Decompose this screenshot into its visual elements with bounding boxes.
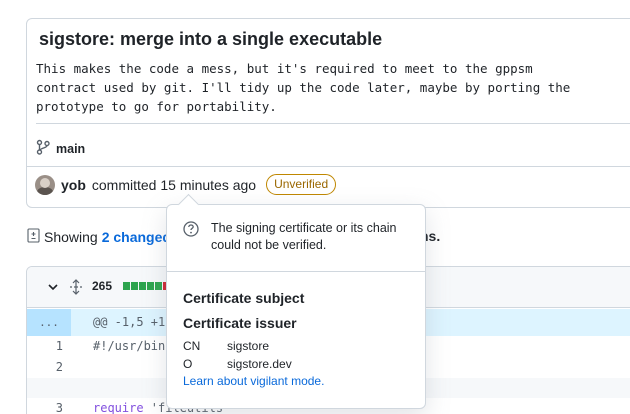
commit-time: committed 15 minutes ago (91, 176, 257, 193)
popover-message: The signing certificate or its chain cou… (211, 221, 397, 252)
hunk-header: @@ -1,5 +1 (93, 315, 166, 329)
field-key: O (183, 357, 193, 371)
line-number[interactable]: 3 (27, 398, 63, 414)
verification-popover: The signing certificate or its chain cou… (166, 204, 426, 409)
files-prefix: Showing (44, 229, 98, 245)
line-number[interactable]: 1 (27, 336, 63, 357)
question-icon (183, 221, 199, 240)
commit-message: This makes the code a mess, but it's req… (36, 61, 571, 114)
diff-stat-block (139, 282, 146, 290)
git-branch-icon (36, 139, 50, 158)
expand-hunk-button[interactable]: ... (27, 309, 71, 336)
changed-files-link[interactable]: 2 changed (102, 229, 171, 245)
code-text: #!/usr/bin (93, 339, 166, 353)
commit-title: sigstore: merge into a single executable (39, 29, 383, 49)
divider (36, 123, 630, 124)
divider (27, 166, 630, 167)
field-value: sigstore.dev (227, 357, 292, 371)
certificate-subject-heading: Certificate subject (183, 290, 305, 306)
code-keyword: require (93, 401, 144, 414)
diff-stat-block (131, 282, 138, 290)
diff-stat-block (155, 282, 162, 290)
author-row: yob committed 15 minutes ago Unverified (35, 174, 337, 195)
divider (167, 271, 425, 272)
unverified-badge[interactable]: Unverified (266, 174, 337, 195)
issuer-field: CN sigstore (183, 339, 269, 353)
author-name[interactable]: yob (61, 177, 86, 193)
issuer-field: Osigstore.dev (183, 357, 292, 371)
commit-box: sigstore: merge into a single executable… (26, 18, 630, 208)
expand-all-icon[interactable] (69, 279, 83, 298)
field-key: CN (183, 339, 201, 353)
avatar[interactable] (35, 174, 55, 195)
branch-row[interactable]: main (36, 139, 85, 158)
branch-name[interactable]: main (56, 142, 85, 156)
diff-stat-block (147, 282, 154, 290)
diff-stat-block (123, 282, 130, 290)
diff-count: 265 (92, 279, 113, 293)
files-summary: Showing 2 changed (27, 228, 171, 246)
field-value: sigstore (227, 339, 270, 353)
vigilant-mode-link[interactable]: Learn about vigilant mode. (183, 374, 324, 388)
line-number[interactable]: 2 (27, 357, 63, 378)
certificate-issuer-heading: Certificate issuer (183, 315, 297, 331)
chevron-down-icon[interactable] (47, 280, 59, 296)
file-diff-icon (27, 228, 40, 246)
